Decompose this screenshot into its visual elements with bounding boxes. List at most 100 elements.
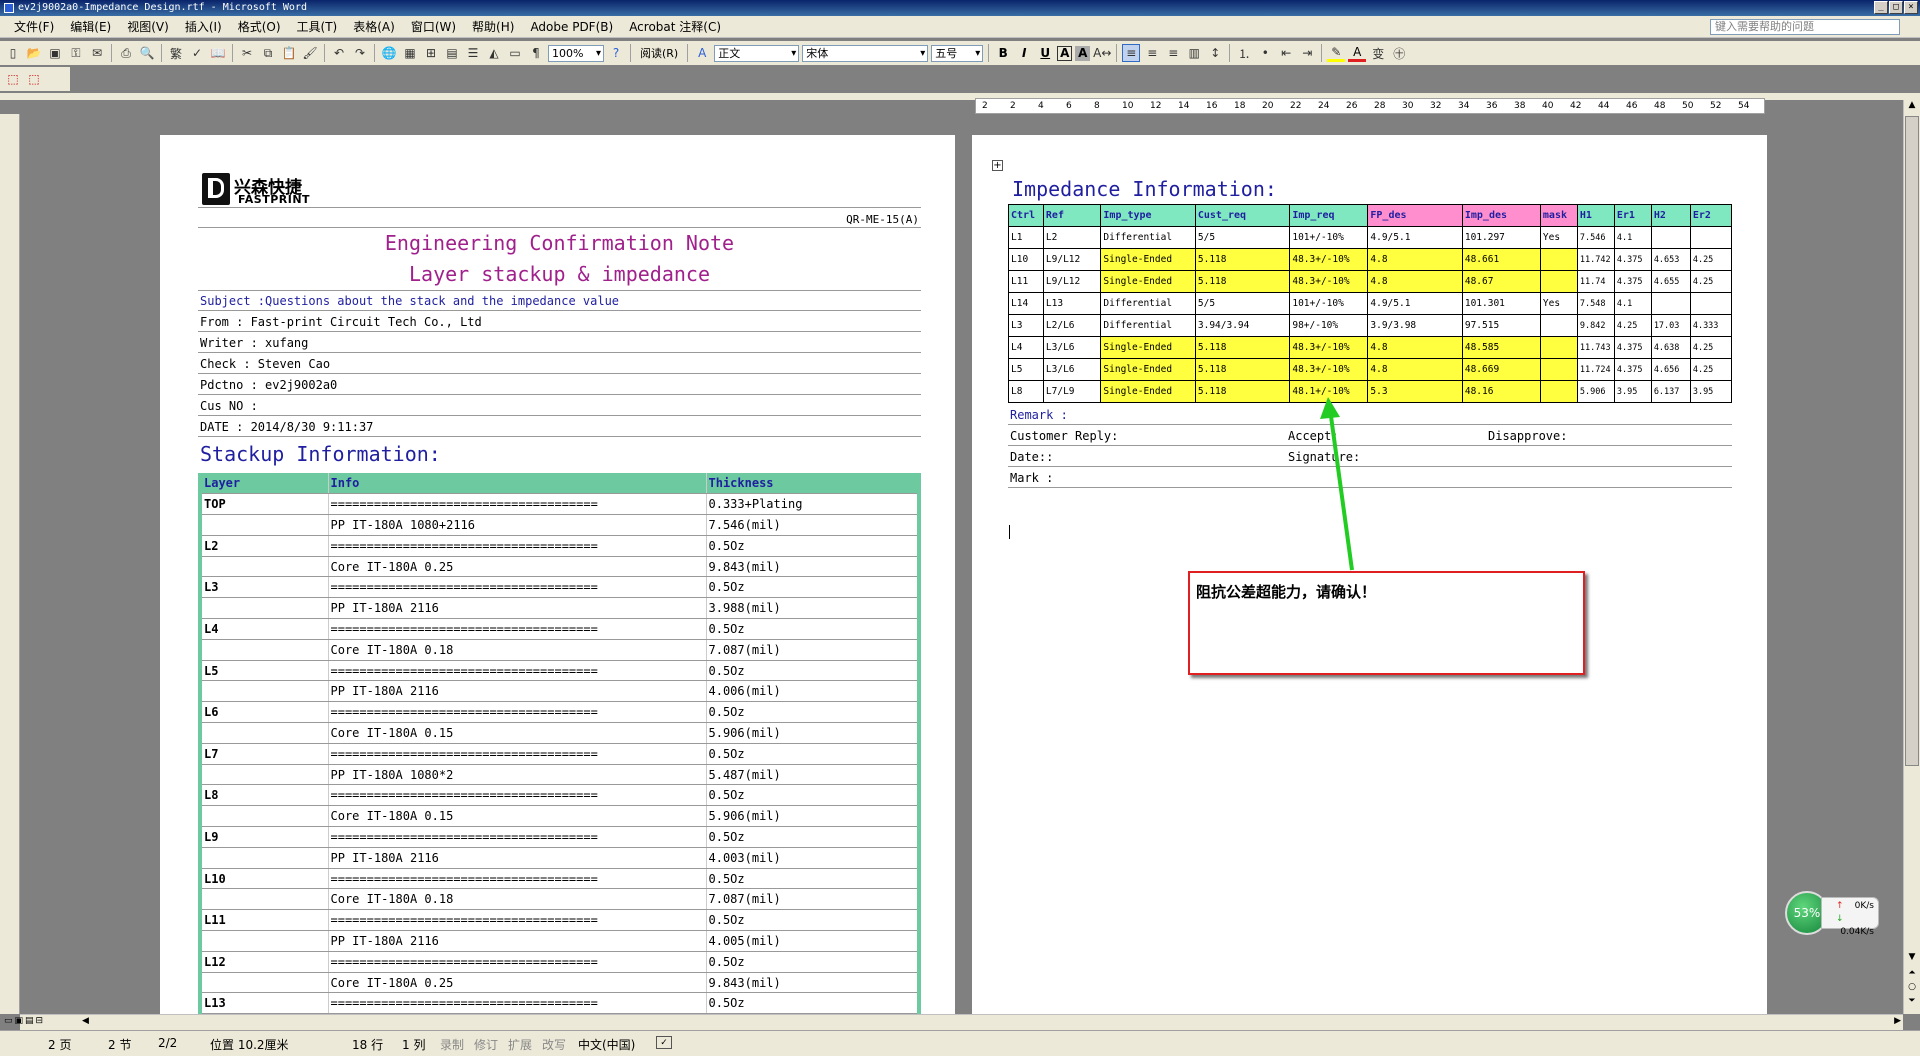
style-select[interactable]: 正文 — [714, 44, 800, 62]
next-page-icon[interactable]: ⏷ — [1904, 996, 1920, 1006]
research-icon[interactable]: 📖 — [209, 44, 227, 62]
help-icon[interactable]: ? — [607, 44, 625, 62]
font-size-select[interactable]: 五号 — [931, 44, 984, 62]
table-move-handle-icon[interactable]: + — [992, 160, 1003, 171]
status-revision[interactable]: 修订 — [474, 1036, 498, 1053]
enclose-char-icon[interactable]: ㊉ — [1390, 44, 1408, 62]
italic-button[interactable]: I — [1015, 44, 1033, 62]
vertical-ruler[interactable] — [0, 114, 20, 1014]
layer-cell — [200, 805, 329, 828]
convert-pdf-icon[interactable]: ⬚ — [4, 70, 22, 88]
traditional-chinese-icon[interactable]: 繁 — [167, 44, 185, 62]
char-shading-button[interactable]: A — [1075, 45, 1091, 61]
cut-icon[interactable]: ✂ — [238, 44, 256, 62]
menu-adobe-pdf[interactable]: Adobe PDF(B) — [522, 20, 621, 34]
ruler-tick-label: 16 — [1206, 101, 1218, 111]
insert-excel-icon[interactable]: ▤ — [443, 44, 461, 62]
new-doc-icon[interactable]: ▯ — [4, 44, 22, 62]
maximize-button[interactable]: □ — [1889, 1, 1903, 14]
horizontal-ruler[interactable]: 2 2 4 6 8 10 12 14 16 18 20 22 24 26 28 30 32 34 36 38 40 42 4… — [975, 98, 1765, 114]
scroll-right-arrow-icon[interactable]: ▶ — [1894, 1016, 1901, 1026]
distribute-icon[interactable]: ▥ — [1185, 44, 1203, 62]
copy-icon[interactable]: ⧉ — [259, 44, 277, 62]
layer-cell — [200, 972, 329, 994]
stackup-row: L13 =====================================… — [200, 992, 920, 1015]
layer-cell: L12 — [200, 951, 329, 973]
drawing-icon[interactable]: ◭ — [485, 44, 503, 62]
network-monitor-widget[interactable]: 53% ↑ 0K/s ↓ 0.04K/s — [1785, 891, 1880, 937]
menu-tools[interactable]: 工具(T) — [289, 18, 346, 35]
align-right-icon[interactable]: ≡ — [1164, 44, 1182, 62]
email-icon[interactable]: ✉ — [88, 44, 106, 62]
minimize-button[interactable]: _ — [1874, 1, 1888, 14]
document-page-1[interactable]: 兴森快捷 FASTPRINT QR-ME-15(A) Engineering C… — [160, 135, 955, 1015]
redo-icon[interactable]: ↷ — [351, 44, 369, 62]
menu-insert[interactable]: 插入(I) — [177, 18, 230, 35]
insert-table-icon[interactable]: ⊞ — [422, 44, 440, 62]
close-button[interactable]: × — [1904, 1, 1918, 14]
align-justify-icon[interactable]: ≡ — [1122, 44, 1141, 62]
increase-indent-icon[interactable]: ⇥ — [1298, 44, 1316, 62]
upload-speed: 0K/s — [1854, 901, 1874, 911]
char-border-button[interactable]: A — [1057, 45, 1073, 61]
underline-button[interactable]: U — [1036, 44, 1054, 62]
prev-page-icon[interactable]: ⏶ — [1904, 968, 1920, 978]
char-scale-icon[interactable]: A↔ — [1093, 44, 1111, 62]
bullets-icon[interactable]: • — [1256, 44, 1274, 62]
vertical-scrollbar[interactable]: ▲ ▼ ⏶ ○ ⏷ — [1903, 100, 1920, 1014]
open-icon[interactable]: 📂 — [25, 44, 43, 62]
menu-help[interactable]: 帮助(H) — [464, 18, 522, 35]
imp-cell: 48.3+/-10% — [1289, 270, 1369, 293]
bold-button[interactable]: B — [994, 44, 1012, 62]
status-overtype[interactable]: 改写 — [542, 1036, 566, 1053]
paste-icon[interactable]: 📋 — [280, 44, 298, 62]
align-center-icon[interactable]: ≡ — [1143, 44, 1161, 62]
doc-map-icon[interactable]: ▭ — [506, 44, 524, 62]
save-icon[interactable]: ▣ — [46, 44, 64, 62]
spelling-status-icon[interactable]: ✓ — [656, 1036, 672, 1049]
info-cell: ===================================== — [328, 535, 707, 557]
print-icon[interactable]: ⎙ — [117, 44, 135, 62]
menu-format[interactable]: 格式(O) — [230, 18, 289, 35]
columns-icon[interactable]: ☰ — [464, 44, 482, 62]
phonetic-guide-icon[interactable]: 变 — [1369, 44, 1387, 62]
status-extend[interactable]: 扩展 — [508, 1036, 532, 1053]
menu-acrobat-comments[interactable]: Acrobat 注释(C) — [621, 18, 729, 35]
permission-icon[interactable]: ⚿ — [67, 44, 85, 62]
imp-cell: 5/5 — [1194, 292, 1291, 315]
scroll-left-arrow-icon[interactable]: ◀ — [82, 1016, 89, 1026]
menu-table[interactable]: 表格(A) — [345, 18, 403, 35]
impedance-row: L3 L2/L6 Differential 3.94/3.94 98+/-10% 3.9/… — [1008, 314, 1733, 337]
horizontal-scrollbar[interactable]: ▭▣▤⊟ ◀ ▶ — [4, 1014, 1903, 1030]
styles-icon[interactable]: A — [693, 44, 711, 62]
scroll-up-arrow-icon[interactable]: ▲ — [1904, 100, 1920, 114]
help-search-input[interactable]: 键入需要帮助的问题 — [1710, 19, 1900, 35]
font-select[interactable]: 宋体 — [802, 44, 929, 62]
undo-icon[interactable]: ↶ — [330, 44, 348, 62]
menu-edit[interactable]: 编辑(E) — [62, 18, 119, 35]
imp-cell: 4.375 — [1613, 248, 1652, 271]
convert-pdf-email-icon[interactable]: ⬚ — [25, 70, 43, 88]
format-painter-icon[interactable]: 🖌 — [301, 44, 319, 62]
tables-borders-icon[interactable]: ▦ — [401, 44, 419, 62]
read-mode-button[interactable]: 阅读(R) — [636, 45, 682, 61]
imp-cell: 11.74 — [1576, 270, 1615, 293]
menu-view[interactable]: 视图(V) — [119, 18, 177, 35]
print-preview-icon[interactable]: 🔍 — [138, 44, 156, 62]
line-spacing-icon[interactable]: ↕ — [1206, 44, 1224, 62]
status-record[interactable]: 录制 — [440, 1036, 464, 1053]
zoom-select[interactable]: 100% — [548, 44, 604, 62]
font-color-icon[interactable]: A — [1348, 44, 1367, 62]
show-hide-icon[interactable]: ¶ — [527, 44, 545, 62]
browse-object-icon[interactable]: ○ — [1904, 982, 1920, 992]
spelling-icon[interactable]: ✓ — [188, 44, 206, 62]
hyperlink-icon[interactable]: 🌐 — [380, 44, 398, 62]
scroll-down-arrow-icon[interactable]: ▼ — [1904, 952, 1920, 962]
thickness-cell: 0.5Oz — [706, 576, 920, 599]
numbering-icon[interactable]: ⒈ — [1235, 44, 1253, 62]
menu-file[interactable]: 文件(F) — [0, 18, 62, 35]
highlight-icon[interactable]: ✎ — [1327, 44, 1346, 62]
scroll-thumb[interactable] — [1905, 116, 1919, 766]
decrease-indent-icon[interactable]: ⇤ — [1277, 44, 1295, 62]
menu-window[interactable]: 窗口(W) — [403, 18, 464, 35]
